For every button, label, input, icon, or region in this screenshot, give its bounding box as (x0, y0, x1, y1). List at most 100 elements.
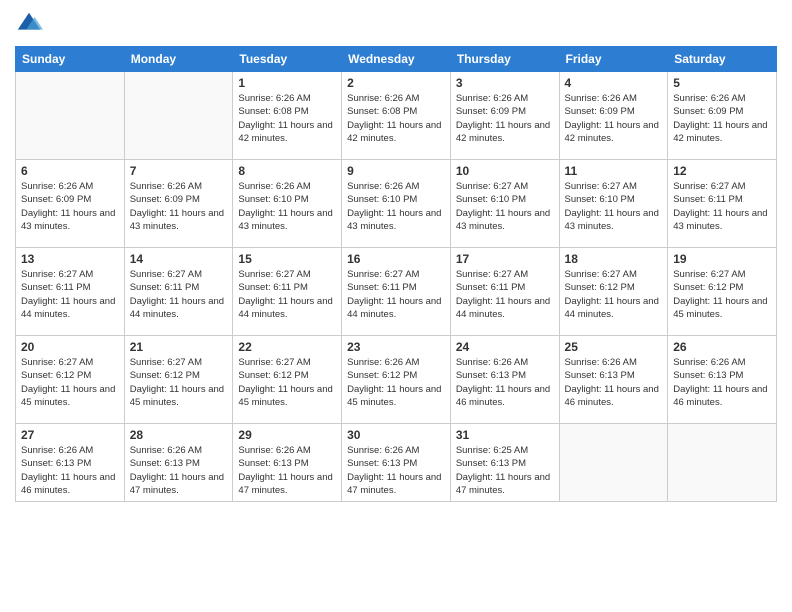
day-info: Sunrise: 6:26 AM Sunset: 6:09 PM Dayligh… (130, 180, 228, 233)
day-info: Sunrise: 6:26 AM Sunset: 6:12 PM Dayligh… (347, 356, 445, 409)
logo (15, 10, 47, 38)
cal-cell-24: 24 Sunrise: 6:26 AM Sunset: 6:13 PM Dayli… (450, 336, 559, 424)
day-info: Sunrise: 6:26 AM Sunset: 6:13 PM Dayligh… (238, 444, 336, 497)
day-info: Sunrise: 6:27 AM Sunset: 6:11 PM Dayligh… (456, 268, 554, 321)
day-info: Sunrise: 6:27 AM Sunset: 6:10 PM Dayligh… (456, 180, 554, 233)
day-number: 12 (673, 164, 771, 178)
day-number: 29 (238, 428, 336, 442)
day-number: 25 (565, 340, 663, 354)
day-number: 1 (238, 76, 336, 90)
cal-cell-21: 21 Sunrise: 6:27 AM Sunset: 6:12 PM Dayli… (124, 336, 233, 424)
cal-cell-12: 12 Sunrise: 6:27 AM Sunset: 6:11 PM Dayli… (668, 160, 777, 248)
day-number: 2 (347, 76, 445, 90)
cal-cell-31: 31Sunrise: 6:25 AM Sunset: 6:13 PM Dayli… (450, 424, 559, 502)
day-number: 27 (21, 428, 119, 442)
weekday-header-tuesday: Tuesday (233, 47, 342, 72)
day-info: Sunrise: 6:26 AM Sunset: 6:13 PM Dayligh… (565, 356, 663, 409)
day-number: 24 (456, 340, 554, 354)
day-number: 4 (565, 76, 663, 90)
day-info: Sunrise: 6:27 AM Sunset: 6:12 PM Dayligh… (238, 356, 336, 409)
cal-cell-empty-6 (668, 424, 777, 502)
weekday-header-sunday: Sunday (16, 47, 125, 72)
weekday-header-thursday: Thursday (450, 47, 559, 72)
day-number: 22 (238, 340, 336, 354)
cal-cell-empty-1 (124, 72, 233, 160)
page: SundayMondayTuesdayWednesdayThursdayFrid… (0, 0, 792, 612)
cal-cell-29: 29 Sunrise: 6:26 AM Sunset: 6:13 PM Dayli… (233, 424, 342, 502)
day-info: Sunrise: 6:27 AM Sunset: 6:11 PM Dayligh… (21, 268, 119, 321)
cal-cell-4: 4 Sunrise: 6:26 AM Sunset: 6:09 PM Daylig… (559, 72, 668, 160)
day-number: 3 (456, 76, 554, 90)
cal-cell-20: 20Sunrise: 6:27 AM Sunset: 6:12 PM Dayli… (16, 336, 125, 424)
day-info: Sunrise: 6:27 AM Sunset: 6:12 PM Dayligh… (130, 356, 228, 409)
cal-cell-19: 19 Sunrise: 6:27 AM Sunset: 6:12 PM Dayli… (668, 248, 777, 336)
week-row-1: 1 Sunrise: 6:26 AM Sunset: 6:08 PM Daylig… (16, 72, 777, 160)
day-number: 18 (565, 252, 663, 266)
logo-icon (15, 10, 43, 38)
day-number: 20 (21, 340, 119, 354)
week-row-2: 6 Sunrise: 6:26 AM Sunset: 6:09 PM Daylig… (16, 160, 777, 248)
day-number: 13 (21, 252, 119, 266)
day-number: 9 (347, 164, 445, 178)
cal-cell-14: 14Sunrise: 6:27 AM Sunset: 6:11 PM Dayli… (124, 248, 233, 336)
day-number: 23 (347, 340, 445, 354)
weekday-header-monday: Monday (124, 47, 233, 72)
weekday-header-wednesday: Wednesday (342, 47, 451, 72)
cal-cell-8: 8 Sunrise: 6:26 AM Sunset: 6:10 PM Daylig… (233, 160, 342, 248)
day-info: Sunrise: 6:27 AM Sunset: 6:11 PM Dayligh… (130, 268, 228, 321)
cal-cell-9: 9 Sunrise: 6:26 AM Sunset: 6:10 PM Daylig… (342, 160, 451, 248)
day-number: 11 (565, 164, 663, 178)
cal-cell-23: 23 Sunrise: 6:26 AM Sunset: 6:12 PM Dayli… (342, 336, 451, 424)
day-info: Sunrise: 6:26 AM Sunset: 6:13 PM Dayligh… (456, 356, 554, 409)
day-info: Sunrise: 6:26 AM Sunset: 6:09 PM Dayligh… (673, 92, 771, 145)
day-number: 5 (673, 76, 771, 90)
cal-cell-5: 5 Sunrise: 6:26 AM Sunset: 6:09 PM Daylig… (668, 72, 777, 160)
day-info: Sunrise: 6:26 AM Sunset: 6:10 PM Dayligh… (238, 180, 336, 233)
day-number: 6 (21, 164, 119, 178)
cal-cell-3: 3 Sunrise: 6:26 AM Sunset: 6:09 PM Daylig… (450, 72, 559, 160)
cal-cell-6: 6 Sunrise: 6:26 AM Sunset: 6:09 PM Daylig… (16, 160, 125, 248)
week-row-5: 27 Sunrise: 6:26 AM Sunset: 6:13 PM Dayli… (16, 424, 777, 502)
day-number: 10 (456, 164, 554, 178)
calendar-table: SundayMondayTuesdayWednesdayThursdayFrid… (15, 46, 777, 502)
day-info: Sunrise: 6:27 AM Sunset: 6:11 PM Dayligh… (347, 268, 445, 321)
day-info: Sunrise: 6:26 AM Sunset: 6:09 PM Dayligh… (565, 92, 663, 145)
cal-cell-13: 13 Sunrise: 6:27 AM Sunset: 6:11 PM Dayli… (16, 248, 125, 336)
weekday-header-saturday: Saturday (668, 47, 777, 72)
day-number: 17 (456, 252, 554, 266)
cal-cell-17: 17 Sunrise: 6:27 AM Sunset: 6:11 PM Dayli… (450, 248, 559, 336)
week-row-4: 20 Sunrise: 6:27 AM Sunset: 6:12 PM Dayli… (16, 336, 777, 424)
day-info: Sunrise: 6:26 AM Sunset: 6:13 PM Dayligh… (130, 444, 228, 497)
header (15, 10, 777, 38)
day-number: 16 (347, 252, 445, 266)
day-info: Sunrise: 6:26 AM Sunset: 6:13 PM Dayligh… (673, 356, 771, 409)
weekday-header-row: SundayMondayTuesdayWednesdayThursdayFrid… (16, 47, 777, 72)
day-number: 8 (238, 164, 336, 178)
day-info: Sunrise: 6:26 AM Sunset: 6:08 PM Dayligh… (238, 92, 336, 145)
day-info: Sunrise: 6:26 AM Sunset: 6:09 PM Dayligh… (456, 92, 554, 145)
cal-cell-16: 16 Sunrise: 6:27 AM Sunset: 6:11 PM Dayli… (342, 248, 451, 336)
day-info: Sunrise: 6:26 AM Sunset: 6:09 PM Dayligh… (21, 180, 119, 233)
day-info: Sunrise: 6:27 AM Sunset: 6:10 PM Dayligh… (565, 180, 663, 233)
day-info: Sunrise: 6:27 AM Sunset: 6:11 PM Dayligh… (673, 180, 771, 233)
day-info: Sunrise: 6:27 AM Sunset: 6:12 PM Dayligh… (673, 268, 771, 321)
day-info: Sunrise: 6:26 AM Sunset: 6:08 PM Dayligh… (347, 92, 445, 145)
day-number: 31 (456, 428, 554, 442)
cal-cell-10: 10 Sunrise: 6:27 AM Sunset: 6:10 PM Dayli… (450, 160, 559, 248)
day-number: 15 (238, 252, 336, 266)
cal-cell-7: 7 Sunrise: 6:26 AM Sunset: 6:09 PM Daylig… (124, 160, 233, 248)
week-row-3: 13 Sunrise: 6:27 AM Sunset: 6:11 PM Dayli… (16, 248, 777, 336)
day-number: 30 (347, 428, 445, 442)
cal-cell-empty-5 (559, 424, 668, 502)
weekday-header-friday: Friday (559, 47, 668, 72)
day-number: 21 (130, 340, 228, 354)
day-info: Sunrise: 6:26 AM Sunset: 6:13 PM Dayligh… (347, 444, 445, 497)
day-info: Sunrise: 6:27 AM Sunset: 6:11 PM Dayligh… (238, 268, 336, 321)
day-number: 7 (130, 164, 228, 178)
day-number: 19 (673, 252, 771, 266)
cal-cell-26: 26 Sunrise: 6:26 AM Sunset: 6:13 PM Dayli… (668, 336, 777, 424)
day-number: 26 (673, 340, 771, 354)
day-info: Sunrise: 6:26 AM Sunset: 6:10 PM Dayligh… (347, 180, 445, 233)
cal-cell-18: 18Sunrise: 6:27 AM Sunset: 6:12 PM Dayli… (559, 248, 668, 336)
cal-cell-1: 1 Sunrise: 6:26 AM Sunset: 6:08 PM Daylig… (233, 72, 342, 160)
